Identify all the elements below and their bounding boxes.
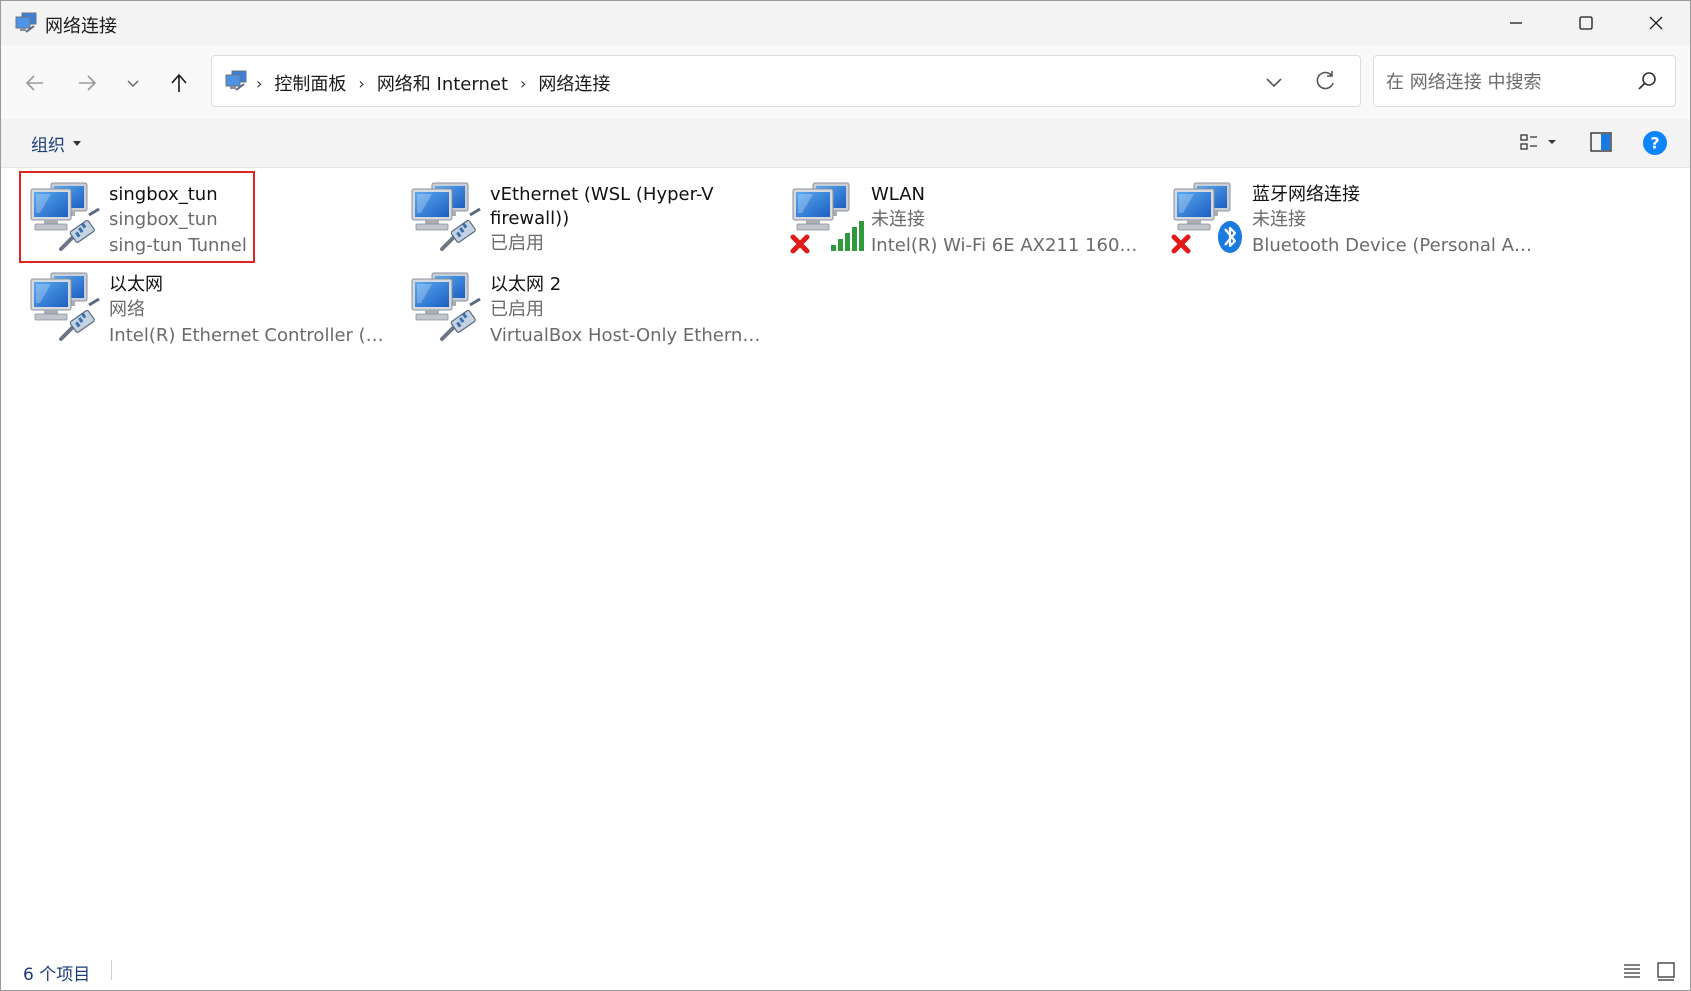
caret-down-icon[interactable] (1547, 138, 1557, 146)
connection-name: 蓝牙网络连接 (1252, 184, 1360, 205)
organize-label: 组织 (31, 136, 65, 156)
preview-pane-icon[interactable] (1589, 131, 1613, 153)
close-icon (1649, 16, 1663, 30)
connection-item-singbox-tun[interactable]: singbox_tun singbox_tun sing-tun Tunnel (19, 171, 255, 263)
help-icon[interactable]: ? (1641, 129, 1669, 157)
caret-down-icon (73, 141, 81, 146)
maximize-button[interactable] (1551, 1, 1621, 45)
connection-status: 未连接 (871, 209, 925, 230)
connection-name: 以太网 2 (490, 274, 562, 295)
wireless-adapter-icon (789, 179, 865, 255)
minimize-icon (1510, 22, 1522, 24)
recent-locations-button[interactable] (113, 63, 153, 103)
chevron-down-icon[interactable] (1262, 70, 1286, 94)
network-connections-icon (15, 12, 37, 33)
close-button[interactable] (1621, 1, 1690, 45)
forward-button[interactable] (67, 63, 107, 103)
connection-item-ethernet[interactable]: 以太网 网络 Intel(R) Ethernet Controller (3) … (21, 263, 391, 351)
up-button[interactable] (159, 63, 199, 103)
connection-device: Intel(R) Ethernet Controller (3) ... (109, 325, 389, 346)
status-divider (111, 960, 112, 980)
bluetooth-adapter-icon (1170, 179, 1246, 255)
minimize-button[interactable] (1481, 1, 1551, 45)
wired-adapter-icon (27, 269, 103, 345)
search-icon[interactable] (1636, 69, 1660, 93)
connection-name: WLAN (871, 184, 926, 205)
refresh-icon[interactable] (1312, 68, 1338, 94)
connection-status: 未连接 (1252, 209, 1306, 230)
connection-device: VirtualBox Host-Only Ethernet ... (490, 325, 770, 346)
connection-name: 以太网 (109, 274, 163, 295)
connection-name: vEthernet (WSL (Hyper-V firewall)) (490, 184, 714, 229)
change-view-icon[interactable] (1519, 131, 1541, 153)
details-view-icon[interactable] (1621, 960, 1643, 982)
breadcrumb-separator[interactable]: › (358, 74, 364, 93)
chevron-down-icon (127, 80, 139, 88)
connection-status: 已启用 (490, 299, 544, 320)
connection-device: Intel(R) Wi-Fi 6E AX211 160M... (871, 235, 1151, 256)
connection-status: singbox_tun (109, 209, 218, 230)
breadcrumb-item[interactable]: 网络连接 (538, 70, 610, 96)
address-bar[interactable]: › 控制面板 › 网络和 Internet › 网络连接 (211, 55, 1361, 107)
large-icons-view-icon[interactable] (1655, 960, 1677, 982)
network-connections-window: 网络连接 › 控制面板 › 网络和 Internet › 网络连接 在 网络连接… (0, 0, 1691, 991)
back-button[interactable] (15, 63, 55, 103)
breadcrumb-item[interactable]: 控制面板 (274, 70, 346, 96)
maximize-icon (1579, 16, 1593, 30)
organize-button[interactable]: 组织 (31, 131, 81, 156)
connection-status: 网络 (109, 299, 145, 320)
connections-list: singbox_tun singbox_tun sing-tun Tunnel … (1, 168, 1690, 948)
item-count: 6 个项目 (23, 965, 91, 985)
command-bar: 组织 ? (1, 119, 1690, 168)
title-bar: 网络连接 (1, 1, 1690, 45)
navigation-bar: › 控制面板 › 网络和 Internet › 网络连接 (1, 45, 1690, 119)
svg-text:?: ? (1650, 134, 1659, 153)
connection-item-bluetooth[interactable]: 蓝牙网络连接 未连接 Bluetooth Device (Personal Ar… (1164, 173, 1534, 261)
status-bar: 6 个项目 (1, 948, 1690, 990)
connection-item-wlan[interactable]: WLAN 未连接 Intel(R) Wi-Fi 6E AX211 160M... (783, 173, 1153, 261)
wired-adapter-icon (27, 179, 103, 255)
breadcrumb-separator[interactable]: › (256, 74, 262, 93)
arrow-left-icon (25, 75, 43, 91)
connection-device: Bluetooth Device (Personal Are... (1252, 235, 1532, 256)
arrow-right-icon (79, 75, 97, 91)
connection-name: singbox_tun (109, 184, 218, 205)
connection-item-ethernet-2[interactable]: 以太网 2 已启用 VirtualBox Host-Only Ethernet … (402, 263, 772, 351)
connection-device: sing-tun Tunnel (109, 235, 247, 256)
network-connections-icon (225, 70, 247, 91)
breadcrumb-separator[interactable]: › (520, 74, 526, 93)
wired-adapter-icon (408, 179, 484, 255)
connection-status: 已启用 (490, 233, 544, 254)
connection-item-vethernet-wsl[interactable]: vEthernet (WSL (Hyper-V firewall)) 已启用 (402, 173, 772, 261)
search-box[interactable] (1373, 55, 1676, 107)
wired-adapter-icon (408, 269, 484, 345)
window-title: 网络连接 (45, 16, 117, 37)
arrow-up-icon (171, 73, 187, 92)
breadcrumb-item[interactable]: 网络和 Internet (377, 70, 508, 96)
breadcrumb: › 控制面板 › 网络和 Internet › 网络连接 (256, 70, 610, 96)
search-input[interactable] (1384, 68, 1628, 96)
